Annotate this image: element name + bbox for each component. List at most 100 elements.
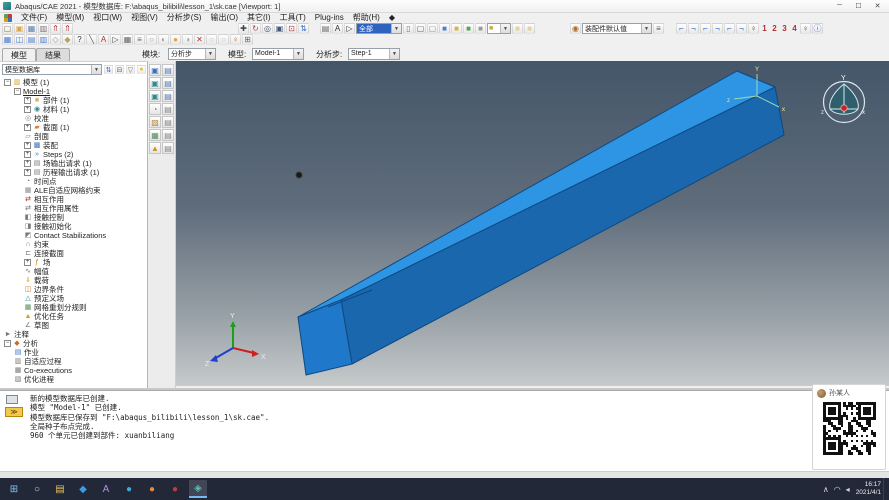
measure-icon[interactable]: ╲ (86, 34, 97, 45)
selection-filter-combo[interactable]: 全部▼ (356, 23, 402, 34)
adaptive-mesh-constraint-manager-button[interactable]: ▤ (162, 116, 174, 128)
menu-item-5[interactable]: 输出(O) (210, 12, 238, 23)
tree-item-amplitudes[interactable]: ∿幅值 (0, 267, 148, 276)
new-model-icon[interactable]: ▢ (2, 23, 13, 34)
tree-item-profiles[interactable]: ▱剖面 (0, 132, 148, 141)
menu-item-9[interactable]: 帮助(H) (353, 12, 380, 23)
history-output-manager-button[interactable]: ▤ (162, 90, 174, 102)
box-zoom-icon[interactable]: ▣ (274, 23, 285, 34)
wireframe-render-icon[interactable]: ○ (146, 34, 157, 45)
display-group-add-icon[interactable]: ■ (463, 23, 474, 34)
expand-box-icon[interactable]: + (24, 124, 31, 131)
expand-box-icon[interactable]: + (24, 142, 31, 149)
tab-results[interactable]: 结果 (36, 48, 70, 61)
tree-item-interaction-properties[interactable]: ⇄相互作用属性 (0, 204, 148, 213)
kernel-prompt-icon[interactable]: ≫ (5, 407, 23, 417)
cut-cursor-icon[interactable]: ✕ (194, 34, 205, 45)
netease-music-icon[interactable]: ● (166, 480, 184, 498)
create-adaptive-mesh-constraint-button[interactable]: ▨ (149, 116, 161, 128)
tree-item-calibrations[interactable]: ◎校准 (0, 114, 148, 123)
probe-person-2-icon[interactable]: ♀ (800, 23, 811, 34)
select-crossing-icon[interactable]: ▢ (427, 23, 438, 34)
volume-icon[interactable]: ◂ (846, 485, 850, 494)
minimize-button[interactable]: ─ (830, 0, 849, 11)
disabled-render-1-icon[interactable]: ○ (206, 34, 217, 45)
expand-box-icon[interactable]: + (24, 169, 31, 176)
magnify-view-icon[interactable]: ◎ (262, 23, 273, 34)
step-manager-button[interactable]: ▤ (162, 64, 174, 76)
cycle-views-icon[interactable]: ⇅ (298, 23, 309, 34)
grid-options-icon[interactable]: ⊞ (242, 34, 253, 45)
field-output-manager-button[interactable]: ▤ (162, 77, 174, 89)
color-code-combo[interactable]: 装配件默认值▼ (582, 23, 652, 34)
model-combo[interactable]: Model-1▼ (252, 48, 304, 60)
viewport-4-button[interactable]: 4 (790, 24, 799, 33)
create-remeshing-rule-button[interactable]: ▦ (149, 129, 161, 141)
display-group-combo[interactable]: ■▼ (487, 23, 511, 34)
tree-item-optimization-tasks[interactable]: ▲优化任务 (0, 312, 148, 321)
cut-view-icon[interactable]: ■ (512, 23, 523, 34)
viewport-legend-icon[interactable]: ¬ (712, 23, 723, 34)
collapse-box-icon[interactable]: − (4, 79, 11, 86)
create-history-output-button[interactable]: ▣ (149, 90, 161, 102)
display-group-all-icon[interactable]: ■ (439, 23, 450, 34)
step-combo[interactable]: Step-1▼ (348, 48, 400, 60)
tree-item-model-1[interactable]: −Model-1 (0, 87, 148, 96)
menu-item-4[interactable]: 分析步(S) (167, 12, 202, 23)
rotate-view-icon[interactable]: ↻ (250, 23, 261, 34)
tree-item-remeshing-rules[interactable]: ▦网格重划分规则 (0, 303, 148, 312)
menu-item-8[interactable]: Plug-ins (315, 13, 344, 22)
shaded-render-icon[interactable]: ● (170, 34, 181, 45)
run-script-icon[interactable]: ⇑ (62, 23, 73, 34)
annotation-manager-icon[interactable]: A (332, 23, 343, 34)
remeshing-rule-manager-button[interactable]: ▤ (162, 129, 174, 141)
collapse-box-icon[interactable]: − (14, 88, 21, 95)
module-combo[interactable]: 分析步▼ (168, 48, 216, 60)
viewport-cascade-icon[interactable]: ▥ (38, 34, 49, 45)
network-icon[interactable]: ◠ (834, 485, 841, 494)
start-button[interactable]: ⊞ (5, 480, 23, 498)
tree-item-parts[interactable]: +■部件 (1) (0, 96, 148, 105)
file-explorer-icon[interactable]: ▤ (51, 480, 69, 498)
viewport-2-button[interactable]: 2 (770, 24, 779, 33)
tree-collapse-icon[interactable]: ⊟ (115, 65, 124, 74)
close-button[interactable]: ✕ (868, 0, 887, 11)
maximize-button[interactable]: ☐ (849, 0, 868, 11)
taskbar-clock[interactable]: 16:17 2021/4/1 (856, 481, 881, 497)
abaqus-icon[interactable]: ◈ (189, 480, 207, 498)
create-time-points-button[interactable]: ◔ (149, 103, 161, 115)
viewport-canvas[interactable]: Y x z Y x z (176, 61, 889, 386)
tree-item-co-executions[interactable]: ▦Co-executions (0, 366, 148, 375)
expand-box-icon[interactable]: + (24, 106, 31, 113)
tree-item-connector-sections[interactable]: ⊏连接截面 (0, 249, 148, 258)
tree-item-contact-stabilizations[interactable]: ◩Contact Stabilizations (0, 231, 148, 240)
viewport-title-icon[interactable]: ⌐ (676, 23, 687, 34)
save-icon[interactable]: ▦ (26, 23, 37, 34)
viewport-triad-icon[interactable]: ⌐ (700, 23, 711, 34)
tree-item-assembly[interactable]: +▩装配 (0, 141, 148, 150)
color-code-icon[interactable]: ◉ (570, 23, 581, 34)
list-icon[interactable]: ≡ (134, 34, 145, 45)
tree-item-materials[interactable]: +◉材料 (1) (0, 105, 148, 114)
tree-item-analysis[interactable]: −◆分析 (0, 339, 148, 348)
tree-item-jobs[interactable]: ▤作业 (0, 348, 148, 357)
delete-icon[interactable]: ▯ (403, 23, 414, 34)
color-code-options-icon[interactable]: ≡ (653, 23, 664, 34)
open-icon[interactable]: ▣ (14, 23, 25, 34)
tree-item-adaptivity-processes[interactable]: ▥自适应过程 (0, 357, 148, 366)
tree-item-constraints[interactable]: ∩约束 (0, 240, 148, 249)
query-icon[interactable]: ? (74, 34, 85, 45)
disabled-render-2-icon[interactable]: ○ (218, 34, 229, 45)
display-group-replace-icon[interactable]: ■ (451, 23, 462, 34)
tray-expand-icon[interactable]: ∧ (823, 485, 829, 494)
viewport-1-button[interactable]: 1 (760, 24, 769, 33)
no-edges-render-icon[interactable]: ◑ (182, 34, 193, 45)
tree-item-optimization-processes[interactable]: ▧优化进程 (0, 375, 148, 384)
viewport-compass-icon[interactable]: ⌐ (724, 23, 735, 34)
tree-root-combo[interactable]: 模型数据库▼ (2, 64, 102, 75)
menu-item-7[interactable]: 工具(T) (280, 12, 306, 23)
parallel-projection-icon[interactable]: ◇ (50, 34, 61, 45)
info-icon[interactable]: ⓘ (812, 23, 823, 34)
collapse-box-icon[interactable]: − (4, 340, 11, 347)
color-person-icon[interactable]: ♀ (230, 34, 241, 45)
